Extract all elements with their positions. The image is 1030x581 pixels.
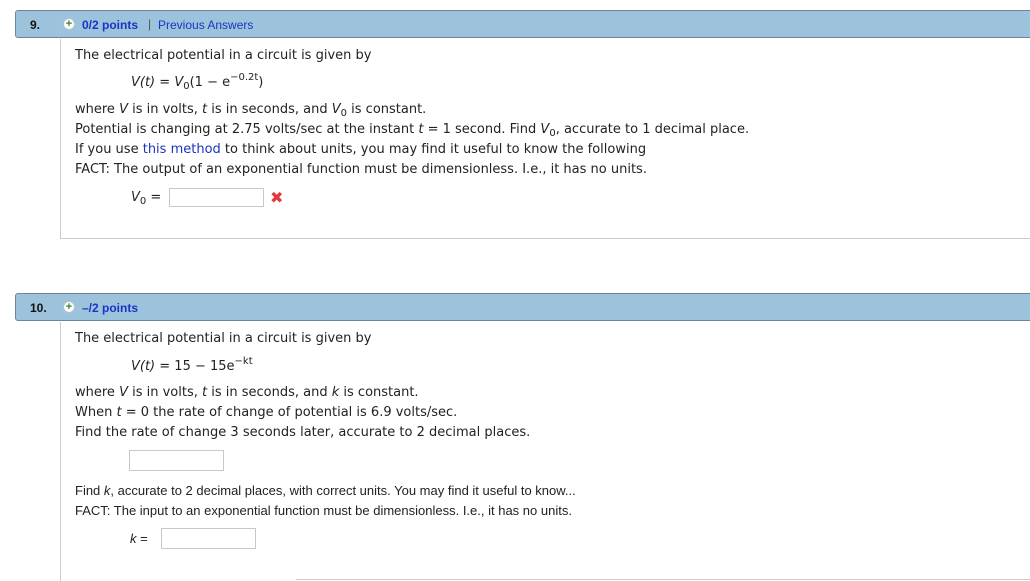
question-10-text-line-1: where V is in volts, t is in seconds, an… — [75, 385, 419, 400]
question-10-header: 10. + –/2 points — [15, 293, 1030, 321]
expand-plus-icon[interactable]: + — [63, 18, 75, 30]
question-10-formula: V(t) = 15 − 15e−kt — [131, 356, 253, 374]
v0-answer-label: V0 = — [131, 190, 162, 207]
previous-answers-link[interactable]: Previous Answers — [158, 18, 253, 32]
question-9-fact: FACT: The output of an exponential funct… — [75, 162, 647, 177]
question-10-intro: The electrical potential in a circuit is… — [75, 331, 372, 346]
question-9-intro: The electrical potential in a circuit is… — [75, 48, 372, 63]
question-9-bottom-border — [60, 238, 1030, 239]
question-10-body-border — [60, 322, 61, 581]
question-9-text-line-2: Potential is changing at 2.75 volts/sec … — [75, 122, 750, 139]
question-10-text-line-2: When t = 0 the rate of change of potenti… — [75, 405, 458, 420]
incorrect-x-icon: ✖ — [270, 188, 284, 207]
question-9-header: 9. + 0/2 points | Previous Answers — [15, 10, 1030, 38]
separator: | — [148, 17, 152, 31]
rate-of-change-answer-input[interactable] — [129, 450, 224, 471]
v0-answer-input[interactable] — [169, 188, 264, 207]
points-label: 0/2 points — [82, 18, 139, 32]
question-10-text-line-3: Find the rate of change 3 seconds later,… — [75, 425, 531, 440]
question-number: 9. — [30, 18, 41, 32]
question-9-text-line-3: If you use this method to think about un… — [75, 142, 647, 157]
question-9-text-line-1: where V is in volts, t is in seconds, an… — [75, 102, 427, 119]
points-label: –/2 points — [82, 301, 139, 315]
question-9-body-border — [60, 39, 61, 238]
question-10-fact: FACT: The input to an exponential functi… — [75, 503, 572, 518]
question-10-text-line-4: Find k, accurate to 2 decimal places, wi… — [75, 483, 576, 498]
question-9-formula: V(t) = V0(1 − e−0.2t) — [131, 72, 264, 92]
question-number: 10. — [30, 301, 47, 315]
k-answer-input[interactable] — [161, 528, 256, 549]
k-answer-label: k = — [130, 531, 148, 546]
question-10-bottom-border — [296, 579, 1030, 580]
this-method-link[interactable]: this method — [143, 142, 221, 157]
expand-plus-icon[interactable]: + — [63, 301, 75, 313]
